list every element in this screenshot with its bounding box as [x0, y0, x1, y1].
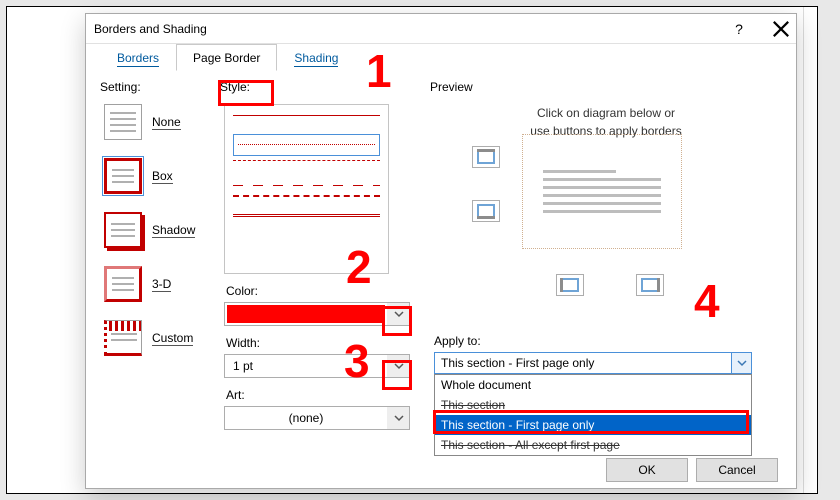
- width-label: Width:: [226, 336, 411, 350]
- setting-none-label: None: [152, 115, 181, 130]
- style-option-spaced[interactable]: [233, 179, 380, 191]
- tab-shading-label: Shading: [294, 51, 338, 67]
- border-left-icon: [561, 278, 579, 292]
- style-option-dash-bold[interactable]: [233, 195, 380, 210]
- tab-borders-label: Borders: [117, 51, 159, 67]
- tab-borders[interactable]: Borders: [100, 44, 176, 71]
- close-icon[interactable]: [772, 20, 790, 38]
- setting-label: Setting:: [100, 80, 212, 94]
- apply-to-group: Apply to: This section - First page only…: [426, 324, 756, 456]
- border-top-icon: [477, 150, 495, 164]
- callout-3: 3: [344, 334, 370, 388]
- chevron-down-icon[interactable]: [387, 303, 409, 325]
- style-option-dash[interactable]: [233, 160, 380, 175]
- three-d-thumb-icon: [104, 266, 142, 302]
- color-label: Color:: [226, 284, 411, 298]
- width-dropdown[interactable]: 1 pt: [224, 354, 410, 378]
- art-dropdown[interactable]: (none): [224, 406, 410, 430]
- callout-2: 2: [346, 240, 372, 294]
- tab-shading[interactable]: Shading: [277, 44, 355, 71]
- app-surface: Borders and Shading ? Borders Page Borde…: [6, 6, 818, 494]
- custom-thumb-icon: [104, 320, 142, 356]
- art-label: Art:: [226, 388, 411, 402]
- callout-4: 4: [694, 274, 720, 328]
- style-option-selected[interactable]: [233, 134, 380, 156]
- setting-custom-label: Custom: [152, 331, 193, 346]
- preview-column: Preview Click on diagram below or use bu…: [426, 74, 786, 140]
- color-value: [227, 305, 385, 323]
- art-value: (none): [225, 411, 387, 425]
- option-except-first-page[interactable]: This section - All except first page: [435, 435, 751, 455]
- tab-page-border-label: Page Border: [193, 51, 260, 66]
- help-icon[interactable]: ?: [730, 20, 748, 38]
- apply-to-dropdown[interactable]: This section - First page only: [434, 352, 752, 374]
- setting-box-label: Box: [152, 169, 173, 184]
- setting-shadow[interactable]: Shadow: [104, 212, 212, 248]
- none-thumb-icon: [104, 104, 142, 140]
- setting-3d[interactable]: 3-D: [104, 266, 212, 302]
- border-bottom-icon: [477, 204, 495, 218]
- border-right-button[interactable]: [636, 274, 664, 296]
- option-first-page-only[interactable]: This section - First page only: [435, 415, 751, 435]
- setting-3d-label: 3-D: [152, 277, 171, 292]
- tab-page-border[interactable]: Page Border: [176, 44, 277, 71]
- chevron-down-icon[interactable]: [731, 353, 751, 373]
- ok-button[interactable]: OK: [606, 458, 688, 482]
- borders-shading-dialog: Borders and Shading ? Borders Page Borde…: [85, 13, 797, 489]
- apply-to-label: Apply to:: [434, 334, 756, 348]
- border-bottom-button[interactable]: [472, 200, 500, 222]
- setting-shadow-label: Shadow: [152, 223, 195, 238]
- style-column: Style: Color: Width: 1 pt Art:: [216, 74, 411, 430]
- border-right-icon: [641, 278, 659, 292]
- setting-column: Setting: None Box Shadow 3-D Cust: [96, 74, 212, 374]
- setting-custom[interactable]: Custom: [104, 320, 212, 356]
- dialog-body: Setting: None Box Shadow 3-D Cust: [96, 74, 786, 478]
- option-this-section[interactable]: This section: [435, 395, 751, 415]
- style-option-double[interactable]: [233, 214, 380, 229]
- callout-1: 1: [366, 44, 392, 98]
- option-whole-document[interactable]: Whole document: [435, 375, 751, 395]
- cancel-button[interactable]: Cancel: [696, 458, 778, 482]
- apply-to-options-list: Whole document This section This section…: [434, 374, 752, 456]
- preview-diagram[interactable]: [522, 134, 682, 249]
- setting-none[interactable]: None: [104, 104, 212, 140]
- apply-to-value: This section - First page only: [435, 356, 731, 370]
- chevron-down-icon[interactable]: [387, 355, 409, 377]
- titlebar: Borders and Shading ?: [86, 14, 796, 44]
- dialog-title: Borders and Shading: [94, 22, 207, 36]
- setting-box[interactable]: Box: [104, 158, 212, 194]
- tab-strip: Borders Page Border Shading: [86, 44, 796, 70]
- color-dropdown[interactable]: [224, 302, 410, 326]
- border-top-button[interactable]: [472, 146, 500, 168]
- box-thumb-icon: [104, 158, 142, 194]
- doc-gutter: [803, 7, 817, 493]
- dialog-footer: OK Cancel: [606, 458, 778, 482]
- preview-label: Preview: [430, 80, 786, 94]
- shadow-thumb-icon: [104, 212, 142, 248]
- border-left-button[interactable]: [556, 274, 584, 296]
- chevron-down-icon[interactable]: [387, 407, 409, 429]
- style-option-solid[interactable]: [233, 115, 380, 130]
